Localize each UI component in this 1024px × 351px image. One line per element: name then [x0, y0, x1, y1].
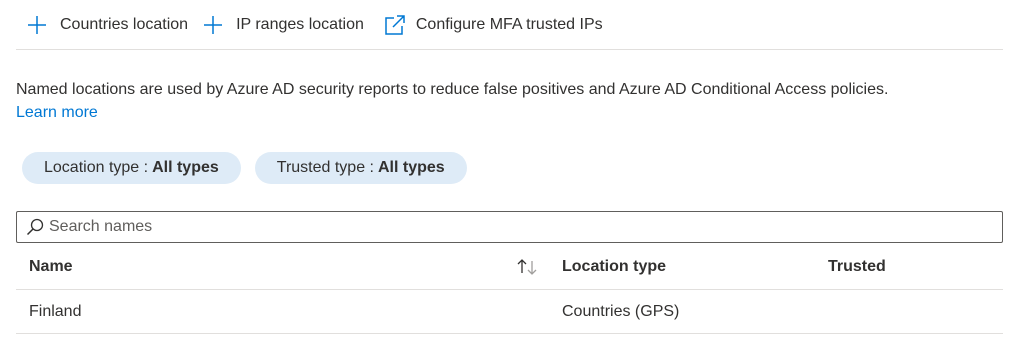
- plus-icon: [202, 14, 224, 36]
- column-header-name[interactable]: Name: [16, 258, 516, 276]
- location-type-filter[interactable]: Location type : All types: [22, 152, 241, 184]
- page-description: Named locations are used by Azure AD sec…: [16, 78, 1006, 124]
- named-locations-page: Countries location IP ranges location Co…: [0, 0, 1024, 351]
- table-header-row: Name Location type Trusted: [16, 245, 1003, 290]
- configure-mfa-trusted-ips-button[interactable]: Configure MFA trusted IPs: [384, 9, 603, 41]
- add-ip-ranges-location-button[interactable]: IP ranges location: [202, 9, 364, 41]
- external-link-icon: [384, 14, 406, 36]
- sort-up-down-icon[interactable]: [516, 258, 538, 276]
- location-type-filter-value: All types: [152, 159, 219, 176]
- table-row[interactable]: Finland Countries (GPS): [16, 290, 1003, 334]
- ip-ranges-location-label: IP ranges location: [236, 15, 364, 33]
- learn-more-link[interactable]: Learn more: [16, 104, 98, 121]
- location-type-filter-label: Location type :: [44, 159, 149, 176]
- search-input[interactable]: [49, 213, 1002, 241]
- command-bar: Countries location IP ranges location Co…: [16, 0, 1003, 50]
- plus-icon: [26, 14, 48, 36]
- search-box: [16, 211, 1003, 243]
- sort-control: [516, 258, 549, 276]
- filter-bar: Location type : All types Trusted type :…: [22, 152, 481, 184]
- named-locations-table: Name Location type Trusted Finland Count…: [16, 245, 1003, 334]
- description-text: Named locations are used by Azure AD sec…: [16, 81, 889, 98]
- trusted-type-filter-label: Trusted type :: [276, 159, 374, 176]
- column-header-location-type[interactable]: Location type: [549, 258, 815, 276]
- configure-mfa-label: Configure MFA trusted IPs: [415, 15, 603, 33]
- cell-location-type: Countries (GPS): [562, 302, 680, 320]
- search-icon: [25, 217, 45, 237]
- trusted-type-filter-value: All types: [378, 159, 445, 176]
- trusted-type-filter[interactable]: Trusted type : All types: [254, 152, 467, 184]
- countries-location-label: Countries location: [60, 15, 189, 33]
- cell-name: Finland: [29, 302, 82, 320]
- column-header-trusted[interactable]: Trusted: [815, 258, 1003, 276]
- add-countries-location-button[interactable]: Countries location: [16, 9, 188, 41]
